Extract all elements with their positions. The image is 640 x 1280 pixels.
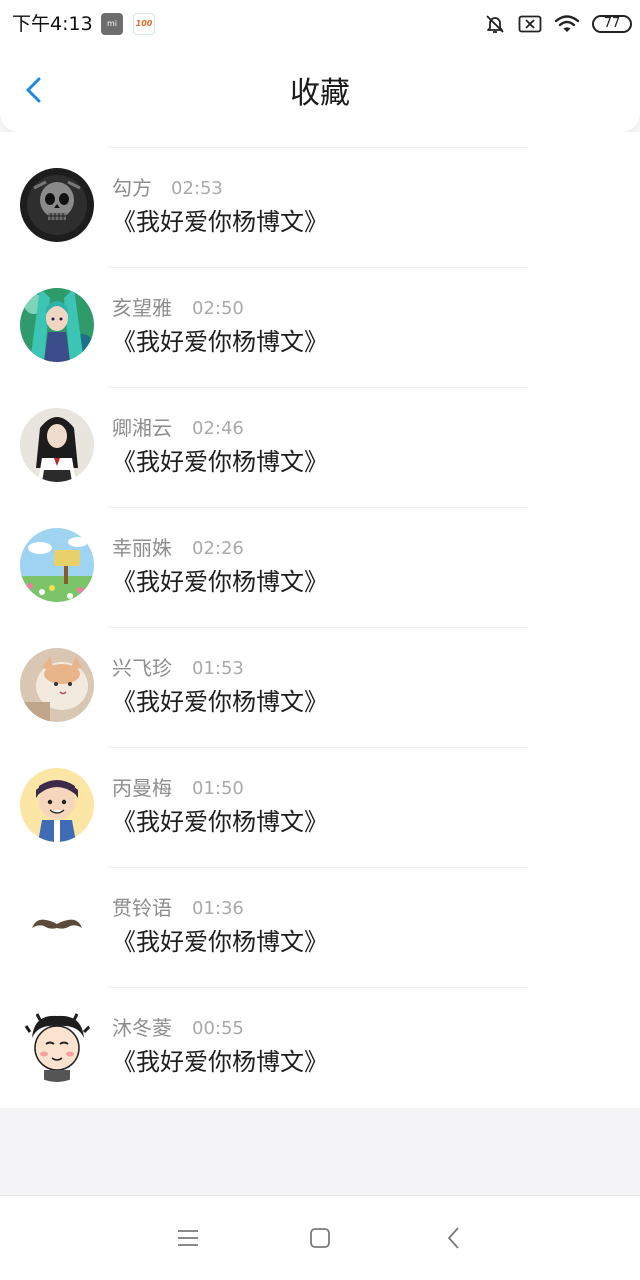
cartoon-boy-avatar[interactable] bbox=[20, 768, 94, 842]
list-item[interactable]: 沐冬菱 00:55 《我好爱你杨博文》 bbox=[0, 988, 640, 1108]
meadow-sign-avatar[interactable] bbox=[20, 528, 94, 602]
list-item[interactable]: 丙曼梅 01:50 《我好爱你杨博文》 bbox=[0, 748, 640, 868]
mute-bell-icon bbox=[486, 15, 504, 33]
no-sim-icon bbox=[518, 15, 542, 33]
status-bar: 下午4:13 mi 100 77 bbox=[0, 0, 640, 48]
status-icons: 77 bbox=[484, 10, 632, 38]
cat-avatar[interactable] bbox=[20, 648, 94, 722]
list-item[interactable]: 卿湘云 02:46 《我好爱你杨博文》 bbox=[0, 388, 640, 508]
item-name: 亥望雅 bbox=[112, 296, 172, 320]
favorites-list[interactable]: 勾方 02:53 《我好爱你杨博文》 亥望雅 02:50 《我好爱你杨博文》 卿… bbox=[0, 132, 640, 1108]
menu-icon[interactable] bbox=[174, 1224, 202, 1252]
item-content: 《我好爱你杨博文》 bbox=[112, 688, 328, 716]
item-time: 01:53 bbox=[192, 658, 244, 679]
item-content: 《我好爱你杨博文》 bbox=[112, 328, 328, 356]
page-title: 收藏 bbox=[290, 76, 350, 111]
item-name: 沐冬菱 bbox=[112, 1016, 172, 1040]
list-item[interactable]: 兴飞珍 01:53 《我好爱你杨博文》 bbox=[0, 628, 640, 748]
mi-app-icon: mi bbox=[101, 13, 123, 35]
hundred-app-icon: 100 bbox=[133, 13, 155, 35]
mustache-avatar[interactable] bbox=[20, 888, 94, 962]
cartoon-face-avatar[interactable] bbox=[20, 1008, 94, 1082]
home-square-icon[interactable] bbox=[306, 1224, 334, 1252]
list-item[interactable]: 亥望雅 02:50 《我好爱你杨博文》 bbox=[0, 268, 640, 388]
item-name: 贯铃语 bbox=[112, 896, 172, 920]
item-content: 《我好爱你杨博文》 bbox=[112, 808, 328, 836]
battery-icon: 77 bbox=[592, 15, 632, 33]
list-item[interactable]: 贯铃语 01:36 《我好爱你杨博文》 bbox=[0, 868, 640, 988]
item-name: 丙曼梅 bbox=[112, 776, 172, 800]
skull-avatar[interactable] bbox=[20, 168, 94, 242]
item-name: 卿湘云 bbox=[112, 416, 172, 440]
back-triangle-icon[interactable] bbox=[440, 1224, 468, 1252]
item-time: 02:50 bbox=[192, 298, 244, 319]
item-content: 《我好爱你杨博文》 bbox=[112, 448, 328, 476]
item-content: 《我好爱你杨博文》 bbox=[112, 1048, 328, 1076]
favorites-screen: 下午4:13 mi 100 77 收藏 勾方 02:53 《我好爱你杨博文》 亥… bbox=[0, 0, 640, 1280]
title-bar: 收藏 bbox=[0, 48, 640, 132]
list-item[interactable]: 幸丽姝 02:26 《我好爱你杨博文》 bbox=[0, 508, 640, 628]
item-time: 02:46 bbox=[192, 418, 244, 439]
item-time: 02:53 bbox=[171, 178, 223, 199]
item-time: 00:55 bbox=[192, 1018, 244, 1039]
item-name: 勾方 bbox=[112, 176, 152, 200]
item-content: 《我好爱你杨博文》 bbox=[112, 928, 328, 956]
item-content: 《我好爱你杨博文》 bbox=[112, 208, 328, 236]
item-content: 《我好爱你杨博文》 bbox=[112, 568, 328, 596]
item-time: 01:36 bbox=[192, 898, 244, 919]
item-name: 兴飞珍 bbox=[112, 656, 172, 680]
status-time: 下午4:13 bbox=[12, 13, 93, 35]
navigation-bar bbox=[0, 1195, 640, 1280]
schoolgirl-avatar[interactable] bbox=[20, 408, 94, 482]
item-time: 02:26 bbox=[192, 538, 244, 559]
list-item[interactable]: 勾方 02:53 《我好爱你杨博文》 bbox=[0, 148, 640, 268]
item-name: 幸丽姝 bbox=[112, 536, 172, 560]
item-time: 01:50 bbox=[192, 778, 244, 799]
anime-girl-avatar[interactable] bbox=[20, 288, 94, 362]
wifi-icon bbox=[554, 15, 580, 32]
